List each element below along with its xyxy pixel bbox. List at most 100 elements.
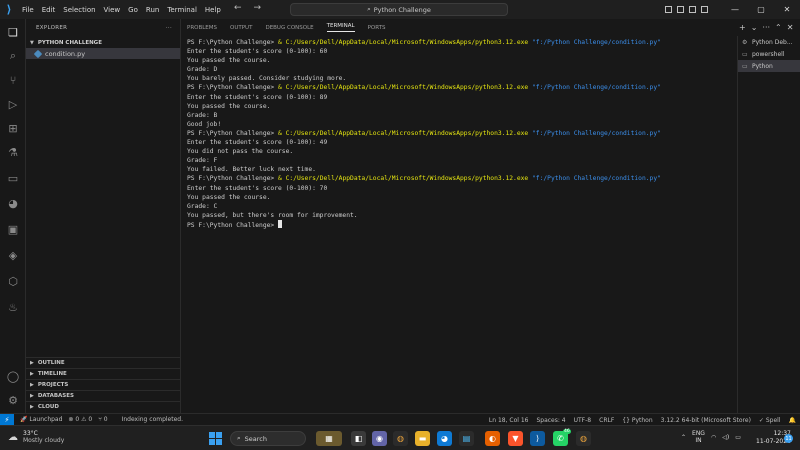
terminal-item-powershell[interactable]: ▭ powershell [738, 48, 800, 60]
docker-icon[interactable]: ◈ [6, 248, 20, 262]
menu-run[interactable]: Run [142, 6, 163, 14]
section-outline[interactable]: ▶ OUTLINE [26, 357, 181, 368]
encoding[interactable]: UTF-8 [574, 417, 592, 424]
chevron-up-icon[interactable]: ⌃ [681, 434, 686, 441]
widget-banner-icon[interactable]: ▦ [316, 431, 342, 446]
chrome-icon[interactable]: ◍ [576, 431, 591, 446]
chevron-down-icon[interactable]: ⌄ [751, 23, 758, 32]
tab-output[interactable]: OUTPUT [230, 25, 252, 31]
brave-icon[interactable]: ▼ [508, 431, 523, 446]
remote-indicator-icon[interactable]: ⚡ [0, 413, 14, 426]
notification-badge[interactable]: 11 [784, 434, 793, 443]
cursor-position[interactable]: Ln 18, Col 16 [489, 417, 529, 424]
extensions-icon[interactable]: ⊞ [6, 121, 20, 135]
more-actions-icon[interactable]: ··· [762, 23, 770, 32]
remote-explorer-icon[interactable]: ▣ [6, 222, 20, 236]
explorer-icon[interactable]: ❏ [6, 25, 20, 39]
terminal-item-label: powershell [752, 50, 785, 58]
menu-terminal[interactable]: Terminal [163, 6, 201, 14]
wifi-icon[interactable]: ◠ [711, 434, 716, 441]
python-icon[interactable]: ♨ [6, 300, 20, 314]
chevron-right-icon: ▶ [30, 393, 34, 399]
menu-file[interactable]: File [18, 6, 38, 14]
terminal-output-line: Enter the student's score (0-100): 70 [187, 184, 328, 192]
tab-debug-console[interactable]: DEBUG CONSOLE [265, 25, 313, 31]
file-condition-py[interactable]: condition.py [26, 48, 180, 59]
testing-icon[interactable]: ⚗ [6, 145, 20, 159]
folder-icon[interactable]: ▭ [6, 171, 20, 185]
language-mode[interactable]: {} Python [622, 417, 652, 424]
section-label: CLOUD [37, 404, 59, 410]
more-actions-icon[interactable]: ··· [166, 25, 172, 31]
section-label: OUTLINE [37, 360, 65, 366]
new-terminal-icon[interactable]: + [739, 23, 746, 32]
run-debug-icon[interactable]: ▷ [6, 97, 20, 111]
terminal-output-line: Good job! [187, 120, 222, 128]
edge-icon[interactable]: ◕ [6, 196, 20, 210]
start-button-icon[interactable] [209, 432, 222, 445]
problems-status[interactable]: ⊗ 0 ⚠ 0 [68, 416, 92, 423]
gear-icon[interactable]: ⚙ [6, 393, 20, 407]
weather-widget[interactable]: ☁ 33°C Mostly cloudy [8, 430, 64, 444]
menu-selection[interactable]: Selection [59, 6, 99, 14]
tab-terminal[interactable]: TERMINAL [326, 23, 355, 32]
file-label: condition.py [45, 49, 86, 58]
toggle-sidebar-icon[interactable] [665, 6, 672, 13]
maximize-panel-icon[interactable]: ⌃ [775, 23, 782, 32]
ports-status[interactable]: ⑂ 0 [98, 416, 107, 423]
menu-edit[interactable]: Edit [38, 6, 60, 14]
terminal-output-line: You failed. Better luck next time. [187, 166, 316, 174]
customize-layout-icon[interactable] [701, 6, 708, 13]
tab-problems[interactable]: PROBLEMS [187, 25, 217, 31]
minimize-button[interactable]: — [722, 5, 748, 14]
volume-icon[interactable]: ◁) [722, 434, 729, 441]
teams-icon[interactable]: ◉ [372, 431, 387, 446]
menu-go[interactable]: Go [124, 6, 142, 14]
activity-bar: ❏ ⌕ ⑂ ▷ ⊞ ⚗ ▭ ◕ ▣ ◈ ⬡ ♨ ◯ ⚙ [0, 19, 26, 413]
search-icon[interactable]: ⌕ [6, 49, 20, 63]
folder-python-challenge[interactable]: ▼ PYTHON CHALLENGE [26, 37, 180, 48]
firefox-icon[interactable]: ◐ [485, 431, 500, 446]
section-cloud[interactable]: ▶ CLOUD [26, 401, 181, 412]
close-panel-icon[interactable]: ✕ [787, 23, 794, 32]
terminal-item-python[interactable]: ▭ Python [738, 60, 800, 72]
store-icon[interactable]: ▤ [459, 431, 474, 446]
panel-tabs: PROBLEMS OUTPUT DEBUG CONSOLE TERMINAL P… [181, 19, 737, 36]
section-timeline[interactable]: ▶ TIMELINE [26, 368, 181, 379]
launchpad-status[interactable]: 🚀 Launchpad [20, 416, 62, 423]
terminal-output[interactable]: PS F:\Python Challenge> & C:/Users/Dell/… [181, 36, 737, 232]
language-indicator[interactable]: ENG IN [692, 430, 705, 444]
line-endings[interactable]: CRLF [599, 417, 614, 424]
terminal-item-python-debug[interactable]: ⚙ Python Deb... [738, 36, 800, 48]
terminal-list: ⚙ Python Deb... ▭ powershell ▭ Python [737, 36, 800, 413]
section-projects[interactable]: ▶ PROJECTS [26, 379, 181, 390]
menu-help[interactable]: Help [201, 6, 225, 14]
forward-arrow-icon[interactable]: → [254, 3, 262, 13]
extension-panel-icon[interactable]: ⬡ [6, 274, 20, 288]
section-databases[interactable]: ▶ DATABASES [26, 390, 181, 401]
python-interpreter[interactable]: 3.12.2 64-bit (Microsoft Store) [661, 417, 751, 424]
bell-icon[interactable]: 🔔 [789, 417, 796, 424]
maximize-button[interactable]: ▢ [748, 5, 774, 14]
indentation[interactable]: Spaces: 4 [536, 417, 565, 424]
close-button[interactable]: ✕ [774, 5, 800, 14]
chevron-right-icon: ▶ [30, 404, 34, 410]
vscode-icon[interactable]: ⟩ [530, 431, 545, 446]
toggle-panel-icon[interactable] [677, 6, 684, 13]
command-center-search[interactable]: ⌕ Python Challenge [290, 3, 508, 16]
status-bar: ⚡ 🚀 Launchpad ⊗ 0 ⚠ 0 ⑂ 0 Indexing compl… [0, 413, 800, 426]
source-control-icon[interactable]: ⑂ [6, 73, 20, 87]
file-explorer-icon[interactable]: ▬ [415, 431, 430, 446]
battery-icon[interactable]: ▭ [735, 434, 741, 441]
account-icon[interactable]: ◯ [6, 369, 20, 383]
edge-icon[interactable]: ◕ [437, 431, 452, 446]
task-view-icon[interactable]: ◧ [351, 431, 366, 446]
spell-check[interactable]: ✓ Spell [759, 417, 781, 424]
chrome-icon[interactable]: ◍ [393, 431, 408, 446]
explorer-title: EXPLORER [36, 25, 68, 31]
toggle-secondary-sidebar-icon[interactable] [689, 6, 696, 13]
taskbar-search[interactable]: ⌕ Search [230, 431, 306, 446]
tab-ports[interactable]: PORTS [368, 25, 386, 31]
back-arrow-icon[interactable]: ← [234, 3, 242, 13]
menu-view[interactable]: View [100, 6, 125, 14]
